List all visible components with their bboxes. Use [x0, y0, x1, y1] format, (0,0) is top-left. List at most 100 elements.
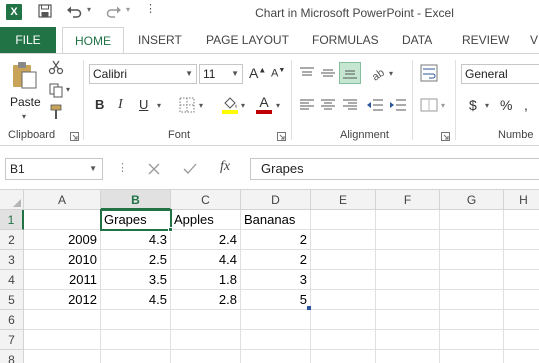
cell-a6[interactable] — [24, 310, 101, 330]
cell-e4[interactable] — [311, 270, 376, 290]
cancel-icon[interactable] — [148, 163, 160, 175]
cell-d8[interactable] — [241, 350, 311, 363]
cell-h3[interactable] — [504, 250, 539, 270]
tab-review[interactable]: REVIEW — [462, 27, 509, 53]
wrap-text-icon[interactable] — [420, 64, 438, 82]
cell-d3[interactable]: 2 — [241, 250, 311, 270]
align-center-icon[interactable] — [320, 98, 336, 112]
cell-b8[interactable] — [101, 350, 171, 363]
column-header-h[interactable]: H — [504, 190, 539, 210]
align-right-icon[interactable] — [342, 98, 358, 112]
tab-page-layout[interactable]: PAGE LAYOUT — [206, 27, 289, 53]
paste-dropdown-icon[interactable]: ▾ — [22, 112, 26, 121]
fill-color-dropdown-icon[interactable]: ▾ — [241, 101, 245, 110]
cell-g2[interactable] — [440, 230, 504, 250]
cell-g6[interactable] — [440, 310, 504, 330]
name-box[interactable]: B1 ▼ — [5, 158, 103, 180]
copy-icon[interactable] — [48, 82, 64, 98]
font-color-dropdown-icon[interactable]: ▾ — [276, 101, 280, 110]
copy-dropdown-icon[interactable]: ▾ — [66, 85, 70, 94]
cell-f8[interactable] — [376, 350, 440, 363]
column-header-g[interactable]: G — [440, 190, 504, 210]
cell-g8[interactable] — [440, 350, 504, 363]
cell-g1[interactable] — [440, 210, 504, 230]
cell-d6[interactable] — [241, 310, 311, 330]
bold-button[interactable]: B — [95, 97, 104, 112]
cell-g3[interactable] — [440, 250, 504, 270]
tab-formulas[interactable]: FORMULAS — [312, 27, 379, 53]
cell-e8[interactable] — [311, 350, 376, 363]
cell-h7[interactable] — [504, 330, 539, 350]
column-header-b[interactable]: B — [101, 190, 171, 210]
cell-f1[interactable] — [376, 210, 440, 230]
cell-a1[interactable] — [24, 210, 101, 230]
grow-font-button[interactable]: A▲ — [249, 65, 266, 81]
cell-e2[interactable] — [311, 230, 376, 250]
row-header-1[interactable]: 1 — [0, 210, 24, 230]
row-header-3[interactable]: 3 — [0, 250, 24, 270]
cell-a4[interactable]: 2011 — [24, 270, 101, 290]
column-header-e[interactable]: E — [311, 190, 376, 210]
cell-d5[interactable]: 5 — [241, 290, 311, 310]
cell-g7[interactable] — [440, 330, 504, 350]
formula-input[interactable]: Grapes — [250, 158, 539, 180]
cell-e6[interactable] — [311, 310, 376, 330]
font-size-combo[interactable]: 11 ▼ — [199, 64, 243, 84]
cell-h2[interactable] — [504, 230, 539, 250]
cell-c8[interactable] — [171, 350, 241, 363]
tab-home[interactable]: HOME — [62, 27, 124, 54]
cell-a3[interactable]: 2010 — [24, 250, 101, 270]
paste-button[interactable] — [8, 60, 40, 90]
row-header-6[interactable]: 6 — [0, 310, 24, 330]
accounting-dropdown-icon[interactable]: ▾ — [485, 101, 489, 110]
merge-center-icon[interactable] — [420, 96, 438, 114]
cell-c6[interactable] — [171, 310, 241, 330]
font-launcher-icon[interactable] — [277, 132, 286, 141]
cut-icon[interactable] — [48, 59, 64, 75]
merge-dropdown-icon[interactable]: ▾ — [441, 101, 445, 110]
cell-c1[interactable]: Apples — [171, 210, 241, 230]
paste-label[interactable]: Paste — [10, 95, 41, 109]
font-name-combo[interactable]: Calibri ▼ — [89, 64, 197, 84]
cell-b5[interactable]: 4.5 — [101, 290, 171, 310]
formula-bar-options-icon[interactable]: ⋮ — [117, 161, 128, 174]
borders-icon[interactable] — [179, 97, 195, 113]
format-painter-icon[interactable] — [48, 104, 64, 120]
tab-data[interactable]: DATA — [402, 27, 432, 53]
underline-button[interactable]: U — [139, 97, 148, 112]
cell-c5[interactable]: 2.8 — [171, 290, 241, 310]
cell-h4[interactable] — [504, 270, 539, 290]
column-header-f[interactable]: F — [376, 190, 440, 210]
row-header-5[interactable]: 5 — [0, 290, 24, 310]
cell-d7[interactable] — [241, 330, 311, 350]
cell-e5[interactable] — [311, 290, 376, 310]
increase-indent-icon[interactable] — [389, 98, 407, 112]
cell-h5[interactable] — [504, 290, 539, 310]
cell-f3[interactable] — [376, 250, 440, 270]
chart-data-range-handle[interactable] — [307, 306, 311, 310]
tab-view[interactable]: V — [530, 27, 538, 53]
cell-g5[interactable] — [440, 290, 504, 310]
orientation-icon[interactable]: ab — [369, 64, 387, 82]
cell-f4[interactable] — [376, 270, 440, 290]
clipboard-launcher-icon[interactable] — [70, 132, 79, 141]
cell-f2[interactable] — [376, 230, 440, 250]
cell-b6[interactable] — [101, 310, 171, 330]
cell-c4[interactable]: 1.8 — [171, 270, 241, 290]
cell-h6[interactable] — [504, 310, 539, 330]
cell-e1[interactable] — [311, 210, 376, 230]
cell-c3[interactable]: 4.4 — [171, 250, 241, 270]
bottom-align-button[interactable] — [339, 62, 361, 84]
cell-f5[interactable] — [376, 290, 440, 310]
cell-f7[interactable] — [376, 330, 440, 350]
cell-e3[interactable] — [311, 250, 376, 270]
font-color-button[interactable]: A — [256, 94, 272, 110]
row-header-7[interactable]: 7 — [0, 330, 24, 350]
cell-e7[interactable] — [311, 330, 376, 350]
column-header-d[interactable]: D — [241, 190, 311, 210]
cell-a2[interactable]: 2009 — [24, 230, 101, 250]
comma-style-button[interactable]: , — [524, 97, 528, 113]
borders-dropdown-icon[interactable]: ▾ — [199, 101, 203, 110]
middle-align-icon[interactable] — [320, 66, 336, 80]
row-header-2[interactable]: 2 — [0, 230, 24, 250]
